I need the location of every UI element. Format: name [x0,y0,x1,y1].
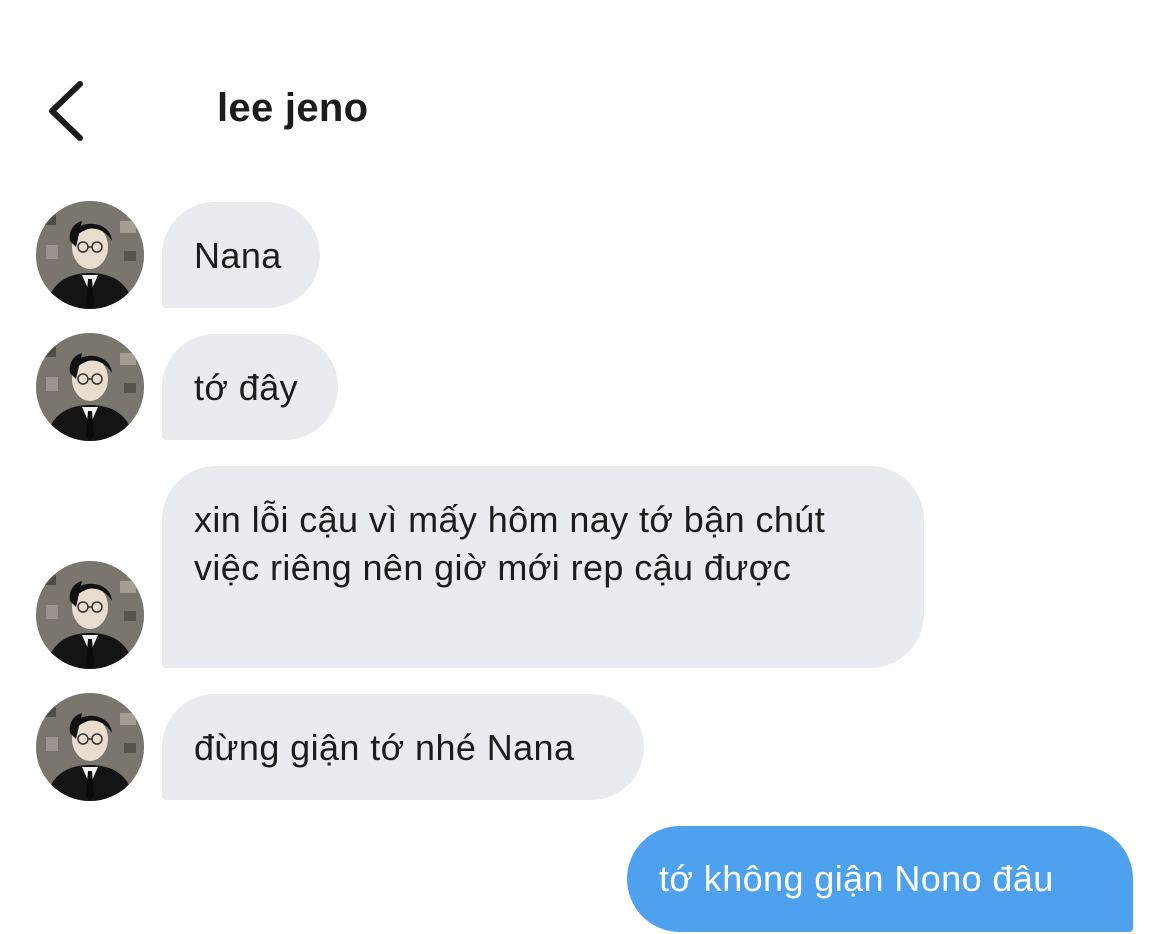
message-bubble-incoming[interactable]: xin lỗi cậu vì mấy hôm nay tớ bận chút v… [162,466,924,668]
avatar[interactable] [36,693,144,801]
avatar[interactable] [36,201,144,309]
message-bubble-outgoing[interactable]: tớ không giận Nono đâu [627,826,1133,932]
avatar[interactable] [36,333,144,441]
back-button[interactable] [38,78,94,144]
message-bubble-incoming[interactable]: tớ đây [162,334,338,440]
chevron-left-icon [49,81,83,141]
avatar[interactable] [36,561,144,669]
chat-header: lee jeno [0,60,1169,160]
message-bubble-incoming[interactable]: Nana [162,202,320,308]
contact-name[interactable]: lee jeno [217,86,368,131]
message-bubble-incoming[interactable]: đừng giận tớ nhé Nana [162,694,644,800]
